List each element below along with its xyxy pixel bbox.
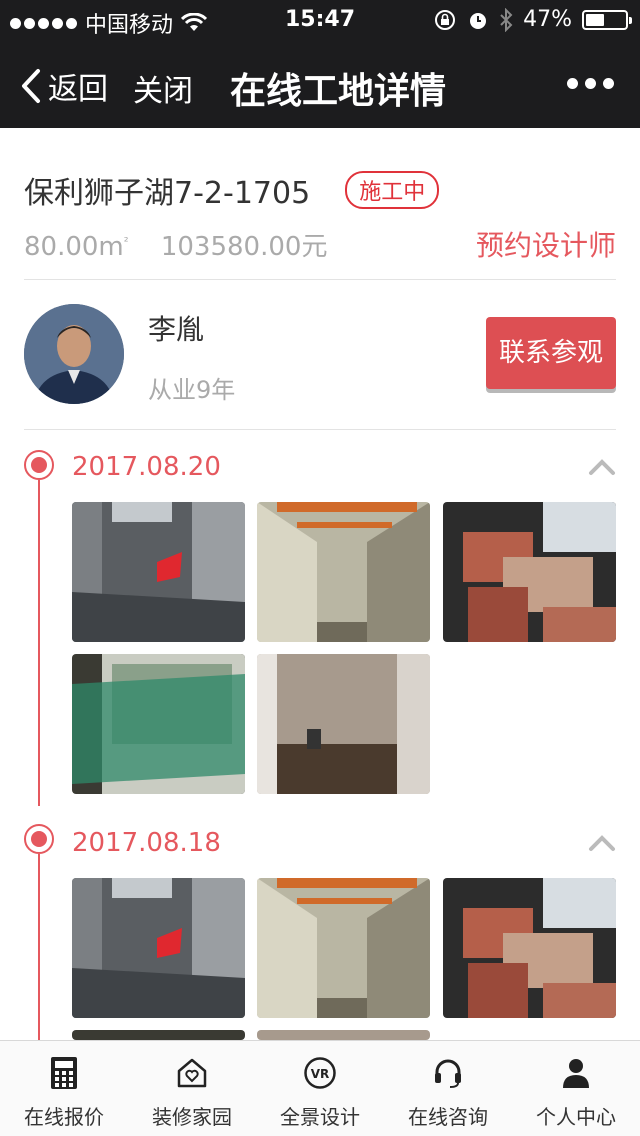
project-header: 保利狮子湖7-2-1705 施工中 bbox=[24, 168, 616, 212]
status-badge: 施工中 bbox=[345, 171, 440, 209]
bluetooth-icon bbox=[500, 7, 513, 32]
back-button[interactable]: 返回 bbox=[20, 64, 108, 108]
battery-icon bbox=[582, 9, 632, 30]
tab-home-community[interactable]: 装修家园 bbox=[128, 1041, 256, 1136]
site-photo[interactable] bbox=[72, 878, 245, 1018]
site-photo[interactable] bbox=[257, 654, 430, 794]
area-unit-sup: ² bbox=[123, 234, 129, 249]
avatar bbox=[24, 304, 124, 404]
tab-bar: 在线报价 装修家园 VR 全景设计 在线咨询 个人中心 bbox=[0, 1040, 640, 1136]
tab-label: 在线报价 bbox=[24, 1105, 104, 1129]
designer-name: 李胤 bbox=[148, 313, 205, 346]
divider bbox=[24, 429, 616, 430]
tab-label: 装修家园 bbox=[152, 1105, 232, 1129]
project-name: 保利狮子湖7-2-1705 bbox=[24, 176, 311, 211]
chevron-left-icon bbox=[22, 69, 40, 103]
site-photo[interactable] bbox=[257, 502, 430, 642]
divider bbox=[24, 279, 616, 280]
project-meta: 80.00m² 103580.00元 bbox=[24, 226, 327, 263]
vr-icon: VR bbox=[304, 1057, 336, 1089]
site-photo[interactable] bbox=[72, 1030, 245, 1040]
contact-visit-button[interactable]: 联系参观 bbox=[486, 317, 616, 389]
designer-experience: 从业9年 bbox=[148, 376, 236, 404]
close-button[interactable]: 关闭 bbox=[133, 66, 193, 110]
book-designer-link[interactable]: 预约设计师 bbox=[476, 224, 616, 264]
home-heart-icon bbox=[177, 1058, 207, 1088]
tab-online-consult[interactable]: 在线咨询 bbox=[384, 1041, 512, 1136]
project-area: 80.00m bbox=[24, 232, 124, 262]
chevron-up-icon[interactable] bbox=[588, 834, 616, 852]
timeline-date: 2017.08.20 bbox=[72, 452, 221, 482]
site-photo[interactable] bbox=[257, 1030, 430, 1040]
timeline-dot bbox=[24, 824, 54, 854]
status-bar: 中国移动 15:47 47% bbox=[0, 0, 640, 40]
timeline-date: 2017.08.18 bbox=[72, 828, 221, 858]
timeline-dot bbox=[24, 450, 54, 480]
rotation-lock-icon bbox=[435, 9, 456, 30]
site-photo[interactable] bbox=[72, 502, 245, 642]
more-icon[interactable] bbox=[567, 78, 614, 89]
svg-text:VR: VR bbox=[311, 1067, 330, 1081]
headset-icon bbox=[435, 1059, 461, 1088]
tab-online-quote[interactable]: 在线报价 bbox=[0, 1041, 128, 1136]
back-label: 返回 bbox=[48, 72, 108, 107]
page-title: 在线工地详情 bbox=[230, 71, 447, 112]
site-photo[interactable] bbox=[257, 878, 430, 1018]
timeline-line bbox=[38, 480, 40, 806]
site-photo[interactable] bbox=[443, 502, 616, 642]
battery-percent: 47% bbox=[523, 7, 572, 32]
tab-panorama-design[interactable]: VR 全景设计 bbox=[256, 1041, 384, 1136]
chevron-up-icon[interactable] bbox=[588, 458, 616, 476]
alarm-icon bbox=[470, 12, 487, 29]
project-price: 103580.00元 bbox=[160, 232, 328, 262]
timeline-line bbox=[38, 854, 40, 1040]
person-icon bbox=[563, 1059, 589, 1088]
nav-bar: 返回 关闭 在线工地详情 bbox=[0, 40, 640, 128]
tab-label: 个人中心 bbox=[536, 1105, 616, 1129]
calculator-icon bbox=[51, 1057, 77, 1089]
site-photo[interactable] bbox=[443, 878, 616, 1018]
tab-label: 全景设计 bbox=[280, 1105, 360, 1129]
tab-personal-center[interactable]: 个人中心 bbox=[512, 1041, 640, 1136]
site-photo[interactable] bbox=[72, 654, 245, 794]
tab-label: 在线咨询 bbox=[408, 1105, 488, 1129]
